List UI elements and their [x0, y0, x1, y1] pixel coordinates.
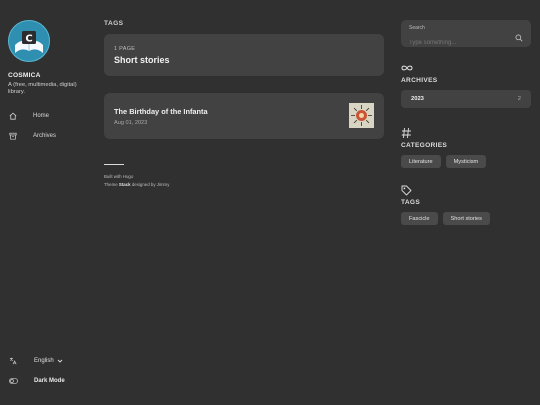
- tag-icon: [401, 184, 531, 196]
- archive-year: 2023: [411, 96, 424, 102]
- archive-year-row[interactable]: 2023 2: [401, 90, 531, 108]
- nav-item-label: Home: [33, 113, 50, 119]
- footer-divider: [104, 164, 124, 166]
- tags-widget: TAGS Fascicle Short stories: [401, 184, 531, 225]
- main-content: TAGS 1 PAGE Short stories The Birthday o…: [104, 20, 384, 189]
- tag-name: Short stories: [114, 54, 170, 65]
- category-pill-literature[interactable]: Literature: [401, 155, 441, 168]
- footer-built-with: Built with Hugo: [104, 174, 134, 180]
- language-selector[interactable]: English: [8, 354, 65, 368]
- category-pill-mysticism[interactable]: Mysticism: [445, 155, 487, 168]
- tags-title: TAGS: [401, 199, 421, 206]
- archive-count: 2: [517, 96, 521, 102]
- chevron-down-icon: [57, 358, 63, 364]
- article-thumbnail[interactable]: [349, 103, 374, 128]
- article-card[interactable]: The Birthday of the Infanta Aug 01, 2023: [104, 93, 384, 139]
- svg-text:C: C: [25, 34, 32, 45]
- site-avatar[interactable]: C: [8, 20, 50, 62]
- archive-icon: [8, 131, 18, 141]
- nav-item-archives[interactable]: Archives: [8, 126, 88, 146]
- infinity-icon: [401, 62, 531, 74]
- footer-theme-credit: Theme Stack designed by Jimmy: [104, 182, 170, 188]
- search-label: Search: [409, 25, 425, 31]
- search-icon[interactable]: [515, 29, 523, 47]
- category-list: Literature Mysticism: [401, 155, 531, 168]
- archives-widget: ARCHIVES 2023 2: [401, 62, 531, 108]
- nav-item-label: Archives: [33, 133, 57, 139]
- main-nav: Home Archives: [8, 106, 88, 146]
- hashtag-icon: [401, 127, 531, 139]
- article-date: Aug 01, 2023: [114, 120, 148, 126]
- tag-page-count: 1 PAGE: [114, 45, 136, 52]
- dark-mode-label: Dark Mode: [34, 378, 65, 384]
- article-title[interactable]: The Birthday of the Infanta: [114, 107, 208, 116]
- site-footer: Built with Hugo Theme Stack designed by …: [104, 173, 384, 189]
- tag-pill-short-stories[interactable]: Short stories: [442, 212, 490, 225]
- book-logo-icon: C: [15, 31, 43, 53]
- language-label: English: [34, 358, 54, 364]
- archives-title: ARCHIVES: [401, 77, 438, 84]
- right-sidebar: Search ARCHIVES 2023 2 CATEGORIES Litera…: [401, 20, 531, 225]
- tag-header-card: 1 PAGE Short stories: [104, 34, 384, 76]
- categories-widget: CATEGORIES Literature Mysticism: [401, 127, 531, 168]
- toggle-icon: [8, 378, 18, 384]
- section-title: TAGS: [104, 20, 124, 27]
- nav-item-home[interactable]: Home: [8, 106, 88, 126]
- tag-list: Fascicle Short stories: [401, 212, 531, 225]
- tag-pill-fascicle[interactable]: Fascicle: [401, 212, 438, 225]
- translate-icon: [8, 357, 18, 365]
- search-box[interactable]: Search: [401, 20, 531, 47]
- sidebar-bottom: English Dark Mode: [8, 354, 65, 388]
- dark-mode-toggle[interactable]: Dark Mode: [8, 374, 65, 388]
- search-input[interactable]: [409, 40, 499, 46]
- site-name[interactable]: COSMICA: [8, 72, 88, 79]
- left-sidebar: C COSMICA A (free, multimedia, digital) …: [8, 20, 88, 400]
- home-icon: [8, 111, 18, 121]
- theme-link[interactable]: Stack: [119, 182, 131, 187]
- categories-title: CATEGORIES: [401, 142, 448, 149]
- site-description: A (free, multimedia, digital) library.: [8, 82, 77, 95]
